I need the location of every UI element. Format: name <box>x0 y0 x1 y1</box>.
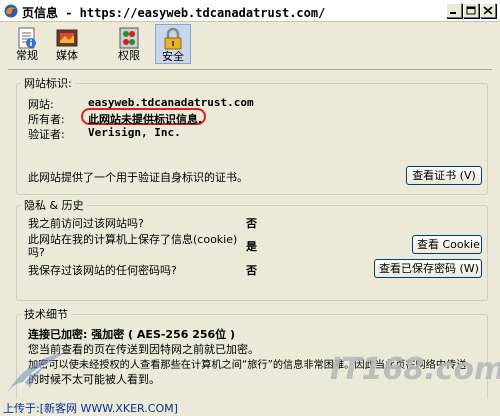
close-icon <box>483 6 493 15</box>
verifier-label: 验证者: <box>28 128 65 141</box>
title-bar: 页信息 - https://easyweb.tdcanadatrust.com/ <box>0 0 500 22</box>
website-label: 网站: <box>28 98 54 111</box>
firefox-icon <box>4 4 18 18</box>
privacy-history-legend: 隐私 & 历史 <box>24 199 84 212</box>
tab-permissions-label: 权限 <box>118 49 140 62</box>
password-question: 我保存过该网站的任何密码吗? <box>28 264 177 277</box>
visited-answer: 否 <box>246 217 257 230</box>
tab-permissions[interactable]: 权限 <box>111 24 147 64</box>
technical-details-legend: 技术细节 <box>24 308 68 321</box>
security-panel: 网站标识: 网站: easyweb.tdcanadatrust.com 所有者:… <box>8 69 492 401</box>
tab-media-label: 媒体 <box>56 49 78 62</box>
cookie-answer: 是 <box>246 240 257 253</box>
page-info-icon <box>18 27 36 49</box>
verifier-value: Verisign, Inc. <box>88 126 181 139</box>
encryption-status: 连接已加密: 强加密 ( AES-256 256位 ) <box>28 328 236 341</box>
maximize-button[interactable] <box>463 3 479 18</box>
minimize-button[interactable] <box>446 3 462 18</box>
password-answer: 否 <box>246 264 257 277</box>
tab-security[interactable]: 安全 <box>155 24 191 64</box>
watermark-logo-text: IT168.com <box>330 352 500 387</box>
owner-value: 此网站未提供标识信息. <box>88 113 203 126</box>
website-identity-legend: 网站标识: <box>24 77 72 90</box>
permissions-icon <box>119 27 139 49</box>
visited-question: 我之前访问过该网站吗? <box>28 217 144 230</box>
lock-icon <box>164 27 182 50</box>
media-icon <box>56 29 78 47</box>
view-saved-passwords-button[interactable]: 查看已保存密码 (W) <box>374 259 482 278</box>
tab-security-label: 安全 <box>162 50 184 63</box>
close-button[interactable] <box>480 3 496 18</box>
cookie-question-line2: 吗? <box>28 246 45 259</box>
upload-caption-text: 上传于:[新客网 WWW.XKER.COM] <box>3 402 178 415</box>
page-info-toolbar: 常规 媒体 权限 安全 <box>0 22 500 66</box>
tab-general[interactable]: 常规 <box>9 24 45 64</box>
upload-caption: 上传于:[新客网 WWW.XKER.COM] <box>0 399 500 416</box>
watermark-bird-logo <box>7 352 67 393</box>
view-cookies-button[interactable]: 查看 Cookie <box>412 235 482 254</box>
window-title: 页信息 - https://easyweb.tdcanadatrust.com/ <box>22 6 326 20</box>
cookie-question-line1: 此网站在我的计算机上保存了信息(cookie) <box>28 233 238 246</box>
tab-media[interactable]: 媒体 <box>49 24 85 64</box>
view-certificate-button[interactable]: 查看证书 (V) <box>406 166 482 185</box>
maximize-icon <box>466 6 476 15</box>
owner-label: 所有者: <box>28 113 65 126</box>
tab-general-label: 常规 <box>16 49 38 62</box>
minimize-icon <box>450 12 456 14</box>
cert-description: 此网站提供了一个用于验证自身标识的证书。 <box>28 171 248 184</box>
